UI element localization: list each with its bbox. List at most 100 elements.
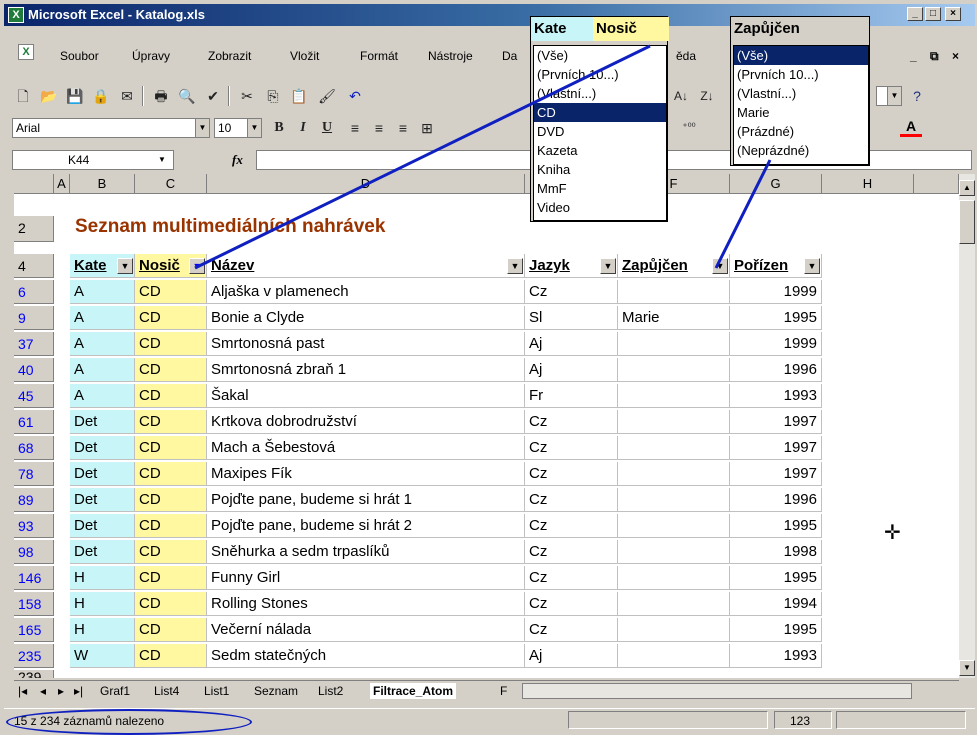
cell-porizen[interactable]: 1995 <box>730 566 822 590</box>
cell-porizen[interactable]: 1998 <box>730 540 822 564</box>
cell-nosic[interactable]: CD <box>135 488 207 512</box>
cell-nosic[interactable]: CD <box>135 436 207 460</box>
autofilter-dropdown-icon[interactable]: ▼ <box>712 258 728 274</box>
filter-option[interactable]: Marie <box>734 103 868 122</box>
sheet-tab-f[interactable]: F <box>500 683 507 699</box>
print-preview-icon[interactable]: 🔍 <box>176 85 198 107</box>
cell-jazyk[interactable]: Aj <box>525 358 618 382</box>
doc-close-button[interactable]: × <box>952 49 959 63</box>
next-sheet-icon[interactable]: ▸ <box>58 683 64 699</box>
cell-nazev[interactable]: Sněhurka a sedm trpaslíků <box>207 540 525 564</box>
cell-zapujcen[interactable] <box>618 410 730 434</box>
chevron-down-icon[interactable]: ▼ <box>887 87 901 105</box>
permission-icon[interactable]: 🔒 <box>90 85 112 107</box>
cell-nazev[interactable]: Aljaška v plamenech <box>207 280 525 304</box>
cell-kategorie[interactable]: A <box>70 306 135 330</box>
first-sheet-icon[interactable]: |◂ <box>18 683 27 699</box>
cell-nosic[interactable]: CD <box>135 358 207 382</box>
cell-nosic[interactable]: CD <box>135 618 207 642</box>
row-header[interactable]: 165 <box>14 618 54 642</box>
cell-nazev[interactable]: Krtkova dobrodružství <box>207 410 525 434</box>
new-icon[interactable]: 🗋 <box>12 85 34 107</box>
sort-ascending-icon[interactable]: A↓ <box>670 85 692 107</box>
align-center-icon[interactable]: ≡ <box>368 117 390 139</box>
cell-nosic[interactable]: CD <box>135 410 207 434</box>
cell-jazyk[interactable]: Cz <box>525 410 618 434</box>
cell-porizen[interactable]: 1995 <box>730 514 822 538</box>
spelling-icon[interactable]: ✔ <box>202 85 224 107</box>
cell-zapujcen[interactable] <box>618 618 730 642</box>
chevron-down-icon[interactable]: ▼ <box>195 119 209 137</box>
row-header[interactable]: 89 <box>14 488 54 512</box>
cell-nazev[interactable]: Smrtonosná zbraň 1 <box>207 358 525 382</box>
cell-zapujcen[interactable] <box>618 462 730 486</box>
cell-zapujcen[interactable] <box>618 566 730 590</box>
cell-jazyk[interactable]: Cz <box>525 462 618 486</box>
sheet-tab-list1[interactable]: List1 <box>204 683 229 699</box>
cell-jazyk[interactable]: Cz <box>525 514 618 538</box>
prev-sheet-icon[interactable]: ◂ <box>40 683 46 699</box>
row-header[interactable]: 235 <box>14 644 54 668</box>
sheet-tab-graf1[interactable]: Graf1 <box>100 683 130 699</box>
workbook-icon[interactable]: X <box>18 44 34 60</box>
help-icon[interactable]: ? <box>906 85 928 107</box>
filter-option[interactable]: (Vše) <box>534 46 666 65</box>
cell-porizen[interactable]: 1997 <box>730 410 822 434</box>
menu-soubor[interactable]: Soubor <box>60 49 99 63</box>
row-header[interactable]: 9 <box>14 306 54 330</box>
cell-kategorie[interactable]: A <box>70 358 135 382</box>
cell-jazyk[interactable]: Cz <box>525 592 618 616</box>
row-header[interactable]: 146 <box>14 566 54 590</box>
cell-porizen[interactable]: 1994 <box>730 592 822 616</box>
menu-napoveda[interactable]: ěda <box>676 49 696 63</box>
column-header-b[interactable]: B <box>70 174 135 194</box>
filter-option[interactable]: (Prvních 10...) <box>534 65 666 84</box>
cell-kategorie[interactable]: H <box>70 592 135 616</box>
autofilter-active-dropdown-icon[interactable]: ▼ <box>189 258 205 274</box>
cell-kategorie[interactable]: Det <box>70 540 135 564</box>
spreadsheet-grid[interactable]: A B C D F G H 2 Seznam multimediálních n… <box>14 174 959 678</box>
filter-option[interactable]: (Vlastní...) <box>734 84 868 103</box>
column-header-i[interactable] <box>914 174 959 194</box>
maximize-button[interactable]: □ <box>925 7 941 21</box>
row-header[interactable]: 37 <box>14 332 54 356</box>
filter-option[interactable]: Kazeta <box>534 141 666 160</box>
cell-nazev[interactable]: Šakal <box>207 384 525 408</box>
function-wizard-icon[interactable]: fx <box>232 152 243 168</box>
font-name-combo[interactable]: Arial ▼ <box>12 118 210 138</box>
cell-jazyk[interactable]: Cz <box>525 280 618 304</box>
cell-zapujcen[interactable] <box>618 540 730 564</box>
cell-porizen[interactable]: 1997 <box>730 436 822 460</box>
sheet-tab-list4[interactable]: List4 <box>154 683 179 699</box>
cell-porizen[interactable]: 1995 <box>730 618 822 642</box>
menu-nastroje[interactable]: Nástroje <box>428 49 473 63</box>
cell-jazyk[interactable]: Cz <box>525 436 618 460</box>
cell-nosic[interactable]: CD <box>135 384 207 408</box>
filter-option-selected[interactable]: CD <box>534 103 666 122</box>
row-header[interactable]: 4 <box>14 254 54 278</box>
row-header[interactable]: 6 <box>14 280 54 304</box>
cell-nazev[interactable]: Pojďte pane, budeme si hrát 1 <box>207 488 525 512</box>
cell-porizen[interactable]: 1995 <box>730 306 822 330</box>
menu-data[interactable]: Da <box>502 49 517 63</box>
cell-kategorie[interactable]: Det <box>70 488 135 512</box>
chevron-down-icon[interactable]: ▼ <box>247 119 261 137</box>
doc-minimize-button[interactable]: _ <box>910 49 917 63</box>
header-zapujcen[interactable]: Zapůjčen ▼ <box>618 254 730 278</box>
sheet-tab-filtrace-atom[interactable]: Filtrace_Atom <box>370 683 457 699</box>
cell-nosic[interactable]: CD <box>135 540 207 564</box>
cell-kategorie[interactable]: A <box>70 280 135 304</box>
filter-option[interactable]: (Prázdné) <box>734 122 868 141</box>
header-nazev[interactable]: Název ▼ <box>207 254 525 278</box>
header-kategorie[interactable]: Kate ▼ <box>70 254 135 278</box>
vertical-scrollbar[interactable]: ▲ ▼ <box>959 174 975 678</box>
filter-option[interactable]: (Prvních 10...) <box>734 65 868 84</box>
cell-nosic[interactable]: CD <box>135 280 207 304</box>
filter-option[interactable]: DVD <box>534 122 666 141</box>
chevron-down-icon[interactable]: ▼ <box>155 151 169 169</box>
cell-porizen[interactable]: 1996 <box>730 358 822 382</box>
zoom-combo[interactable]: ▼ <box>876 86 902 106</box>
minimize-button[interactable]: _ <box>907 7 923 21</box>
row-header[interactable]: 78 <box>14 462 54 486</box>
menu-vlozit[interactable]: Vložit <box>290 49 319 63</box>
